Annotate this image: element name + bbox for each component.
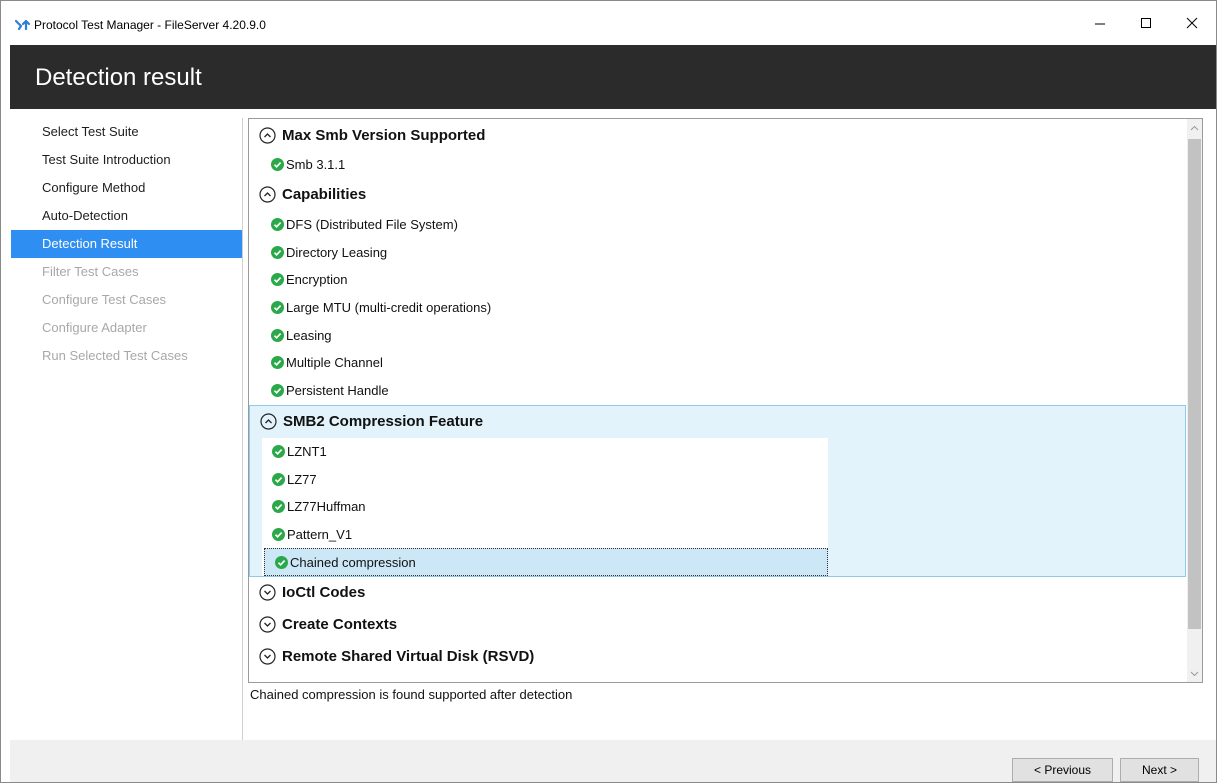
- list-item[interactable]: Directory Leasing: [249, 238, 1189, 266]
- minimize-icon: [1095, 23, 1105, 25]
- item-label: LZ77Huffman: [287, 499, 366, 515]
- nav-item-select-test-suite[interactable]: Select Test Suite: [11, 118, 243, 146]
- group-header[interactable]: IoCtl Codes: [249, 577, 1189, 609]
- list-item[interactable]: LZ77Huffman: [262, 493, 828, 521]
- nav-item-auto-detection[interactable]: Auto-Detection: [11, 202, 243, 230]
- collapse-chevron-icon: [259, 126, 276, 144]
- group-header[interactable]: Max Smb Version Supported: [249, 119, 1189, 151]
- group-ioctl-codes: IoCtl Codes: [249, 577, 1189, 609]
- list-item[interactable]: Multiple Channel: [249, 349, 1189, 377]
- scroll-down-button[interactable]: [1187, 665, 1202, 682]
- vertical-scrollbar[interactable]: [1187, 119, 1202, 682]
- group-header[interactable]: Capabilities: [249, 179, 1189, 211]
- collapse-chevron-icon: [260, 413, 277, 430]
- chevron-down-icon: [1190, 671, 1199, 676]
- window-title: Protocol Test Manager - FileServer 4.20.…: [34, 18, 266, 32]
- chevron-up-icon: [1190, 125, 1199, 130]
- expand-chevron-icon: [259, 648, 276, 666]
- scroll-thumb[interactable]: [1188, 139, 1201, 629]
- group-header[interactable]: Remote Shared Virtual Disk (RSVD): [249, 641, 1189, 673]
- check-icon: [272, 444, 285, 458]
- group-remote-shared-virtual-disk: Remote Shared Virtual Disk (RSVD): [249, 641, 1189, 673]
- group-title: Capabilities: [282, 186, 367, 204]
- page-title: Detection result: [35, 64, 202, 91]
- previous-button[interactable]: < Previous: [1012, 758, 1113, 782]
- group-title: Max Smb Version Supported: [282, 126, 486, 144]
- item-label: Persistent Handle: [286, 383, 389, 399]
- wizard-footer: < Previous Next >: [10, 740, 1216, 782]
- list-item[interactable]: LZNT1: [262, 438, 828, 466]
- detection-status-text: Chained compression is found supported a…: [250, 687, 573, 702]
- nav-item-configure-adapter: Configure Adapter: [42, 320, 147, 335]
- check-icon: [271, 384, 284, 398]
- group-title: SMB2 Compression Feature: [283, 413, 484, 430]
- list-item[interactable]: Large MTU (multi-credit operations): [249, 294, 1189, 322]
- minimize-button[interactable]: [1077, 1, 1123, 45]
- expand-chevron-icon: [259, 616, 276, 634]
- title-bar: Protocol Test Manager - FileServer 4.20.…: [1, 1, 1216, 45]
- collapse-chevron-icon: [259, 186, 276, 203]
- item-label: Directory Leasing: [286, 244, 388, 260]
- group-title: Remote Shared Virtual Disk (RSVD): [282, 648, 535, 666]
- maximize-button[interactable]: [1123, 1, 1169, 45]
- list-item[interactable]: Persistent Handle: [249, 377, 1189, 405]
- group-smb2-compression-feature: SMB2 Compression Feature LZNT1 LZ77 LZ77…: [249, 404, 1186, 577]
- nav-item-configure-test-cases: Configure Test Cases: [42, 292, 167, 307]
- check-icon: [272, 500, 285, 514]
- nav-item-configure-method[interactable]: Configure Method: [11, 174, 243, 202]
- check-icon: [272, 527, 285, 541]
- group-create-contexts: Create Contexts: [249, 609, 1189, 641]
- check-icon: [271, 301, 284, 315]
- item-label: Multiple Channel: [286, 355, 383, 371]
- check-icon: [275, 555, 288, 569]
- list-item-selected[interactable]: Chained compression: [264, 548, 828, 576]
- group-header[interactable]: SMB2 Compression Feature: [250, 406, 1185, 438]
- app-window: Protocol Test Manager - FileServer 4.20.…: [0, 0, 1217, 783]
- page-header: Detection result: [10, 45, 1216, 109]
- group-items: LZNT1 LZ77 LZ77Huffman Pattern_V1 Chaine…: [262, 437, 828, 576]
- item-label: Smb 3.1.1: [286, 157, 346, 173]
- list-item[interactable]: Leasing: [249, 321, 1189, 349]
- check-icon: [271, 328, 284, 342]
- list-item[interactable]: Encryption: [249, 266, 1189, 294]
- item-label: Leasing: [286, 327, 332, 343]
- item-label: Pattern_V1: [287, 526, 353, 542]
- group-header[interactable]: Create Contexts: [249, 609, 1189, 641]
- item-label: LZ77: [287, 471, 317, 487]
- scroll-up-button[interactable]: [1187, 119, 1202, 136]
- check-icon: [271, 273, 284, 287]
- group-title: IoCtl Codes: [282, 584, 366, 602]
- list-item[interactable]: Smb 3.1.1: [249, 151, 1189, 179]
- list-item[interactable]: DFS (Distributed File System): [249, 211, 1189, 239]
- check-icon: [272, 472, 285, 486]
- app-logo-icon: [15, 19, 31, 31]
- group-max-smb-version: Max Smb Version Supported Smb 3.1.1: [249, 119, 1189, 179]
- nav-item-run-selected-test-cases: Run Selected Test Cases: [42, 348, 188, 363]
- check-icon: [271, 356, 284, 370]
- maximize-icon: [1141, 18, 1151, 28]
- detection-result-list[interactable]: Max Smb Version Supported Smb 3.1.1 Capa…: [248, 118, 1203, 683]
- expand-chevron-icon: [259, 584, 276, 602]
- group-title: Create Contexts: [282, 616, 398, 634]
- list-item[interactable]: LZ77: [262, 465, 828, 493]
- nav-divider: [242, 118, 243, 740]
- nav-item-test-suite-introduction[interactable]: Test Suite Introduction: [11, 146, 243, 174]
- item-label: LZNT1: [287, 443, 327, 459]
- item-label: Encryption: [286, 272, 348, 288]
- result-list-content: Max Smb Version Supported Smb 3.1.1 Capa…: [249, 119, 1189, 682]
- nav-item-filter-test-cases: Filter Test Cases: [42, 264, 139, 279]
- check-icon: [271, 245, 284, 259]
- item-label: Large MTU (multi-credit operations): [286, 300, 492, 316]
- group-capabilities: Capabilities DFS (Distributed File Syste…: [249, 179, 1189, 405]
- item-label: Chained compression: [290, 554, 416, 570]
- close-icon: [1186, 17, 1198, 29]
- close-button[interactable]: [1169, 1, 1215, 45]
- nav-item-detection-result[interactable]: Detection Result: [11, 230, 243, 258]
- check-icon: [271, 158, 284, 172]
- wizard-nav: Select Test Suite Test Suite Introductio…: [11, 118, 243, 370]
- next-button[interactable]: Next >: [1120, 758, 1199, 782]
- item-label: DFS (Distributed File System): [286, 217, 458, 233]
- check-icon: [271, 218, 284, 232]
- list-item[interactable]: Pattern_V1: [262, 521, 828, 549]
